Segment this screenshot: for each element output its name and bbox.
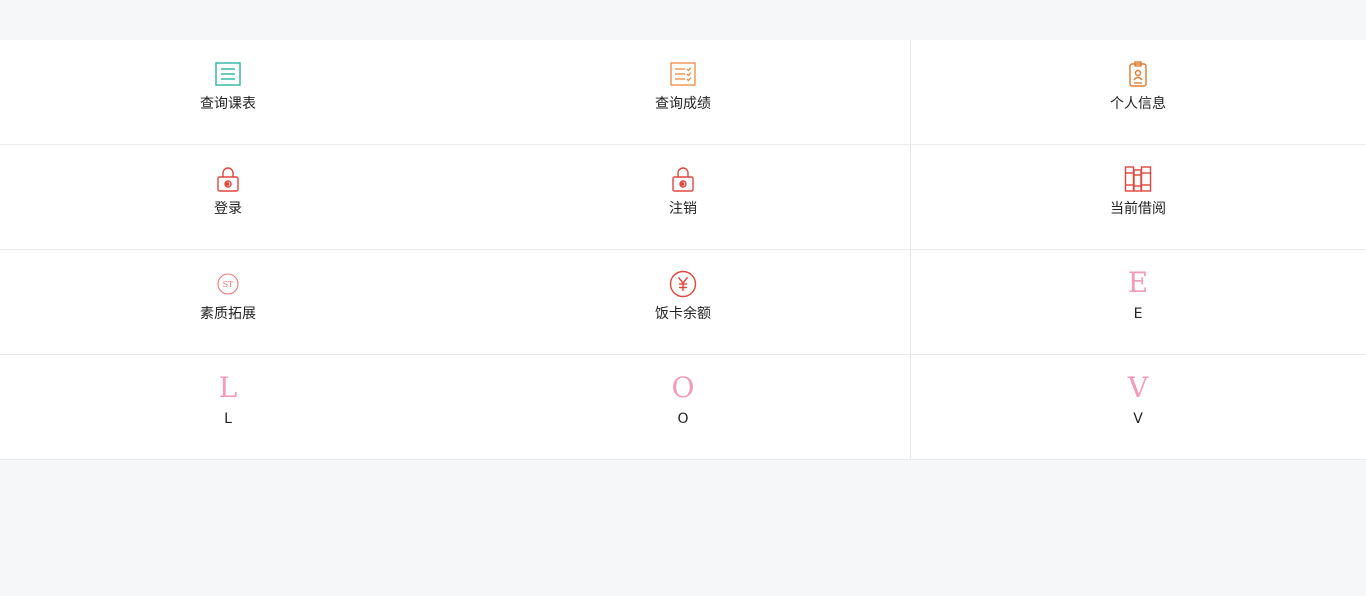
- letter-v-icon: V: [1127, 371, 1149, 404]
- menu-item-label: E: [1133, 306, 1143, 322]
- menu-item-label: 查询课表: [200, 96, 256, 112]
- menu-item-v[interactable]: V V: [1038, 355, 1238, 459]
- checklist-icon: [669, 60, 697, 88]
- menu-row: 查询课表 查询成绩 个人信息: [0, 40, 1366, 145]
- menu-row: L L O O V V: [0, 355, 1366, 460]
- menu-item-card-balance[interactable]: 饭卡余额: [583, 250, 783, 354]
- menu-item-quality-expansion[interactable]: ST 素质拓展: [128, 250, 328, 354]
- menu-item-label: L: [224, 411, 232, 427]
- menu-item-e[interactable]: E E: [1038, 250, 1238, 354]
- yen-icon: [669, 270, 697, 298]
- menu-item-label: 当前借阅: [1110, 201, 1166, 217]
- coin-icon: ST: [214, 270, 242, 298]
- list-icon: [214, 60, 242, 88]
- menu-item-label: 个人信息: [1110, 96, 1166, 112]
- menu-item-schedule[interactable]: 查询课表: [128, 40, 328, 144]
- id-badge-icon: [1124, 60, 1152, 88]
- menu-item-label: 素质拓展: [200, 306, 256, 322]
- menu-item-label: 查询成绩: [655, 96, 711, 112]
- menu-item-logout[interactable]: 注销: [583, 145, 783, 249]
- menu-item-l[interactable]: L L: [128, 355, 328, 459]
- menu-item-login[interactable]: 登录: [128, 145, 328, 249]
- menu-item-profile[interactable]: 个人信息: [1038, 40, 1238, 144]
- menu-item-o[interactable]: O O: [583, 355, 783, 459]
- menu-row: 登录 注销 当前借阅: [0, 145, 1366, 250]
- lock-icon: [669, 165, 697, 193]
- menu-item-grades[interactable]: 查询成绩: [583, 40, 783, 144]
- menu-item-label: 饭卡余额: [655, 306, 711, 322]
- letter-l-icon: L: [218, 371, 238, 404]
- menu-item-label: 登录: [214, 201, 242, 217]
- menu-item-label: O: [677, 411, 689, 427]
- menu-item-label: 注销: [669, 201, 697, 217]
- menu-item-borrowing[interactable]: 当前借阅: [1038, 145, 1238, 249]
- letter-o-icon: O: [671, 371, 695, 404]
- menu-item-label: V: [1133, 411, 1143, 427]
- menu-grid: 查询课表 查询成绩 个人信息 登录 注销 当前借阅 ST 素质拓展 饭卡余额 E…: [0, 40, 1366, 460]
- svg-text:ST: ST: [223, 280, 234, 289]
- lock-icon: [214, 165, 242, 193]
- menu-row: ST 素质拓展 饭卡余额 E E: [0, 250, 1366, 355]
- books-icon: [1124, 165, 1152, 193]
- letter-e-icon: E: [1127, 266, 1149, 299]
